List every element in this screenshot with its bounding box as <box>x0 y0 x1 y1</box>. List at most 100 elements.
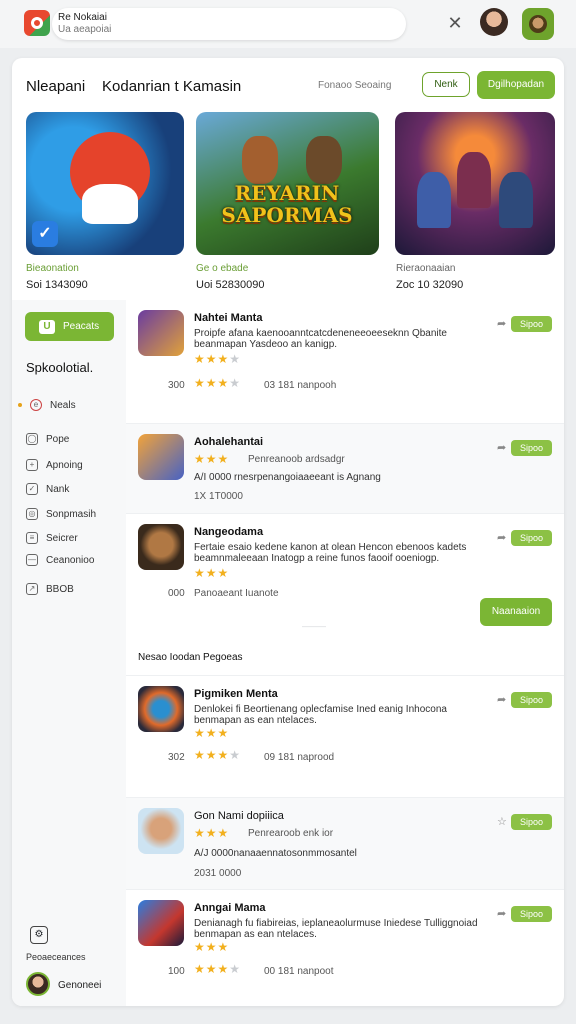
list-item[interactable]: Pigmiken Menta Denlokei fi Beortienang o… <box>126 676 564 798</box>
share-icon[interactable]: ➦ <box>497 693 506 706</box>
game-thumbnail <box>138 808 184 854</box>
header-link[interactable]: Fonaoo Seoaing <box>318 80 391 91</box>
row-meta-info: Panoaeant Iuanote <box>194 588 279 599</box>
action-pill-button[interactable]: Sipoo <box>511 692 552 708</box>
sidebar-item-neals[interactable]: e Neals <box>18 396 76 414</box>
filled-stars: ★★★ <box>194 726 230 740</box>
sidebar-item-label: BBOB <box>46 583 74 595</box>
character-icon <box>242 136 278 184</box>
row-meta-count: 302 <box>168 752 185 763</box>
filled-stars: ★★★ <box>194 962 230 976</box>
share-icon[interactable]: ➦ <box>497 907 506 920</box>
menu-icon: ≡ <box>26 532 38 544</box>
featured-card-2[interactable]: REYARIN SAPORMAS <box>196 112 379 255</box>
row-meta-info: 00 181 nanpoot <box>264 966 334 977</box>
game-name: Aohalehantai <box>194 436 264 448</box>
row-inline-info: Penrearoob enk ior <box>248 828 334 839</box>
filled-stars: ★★★ <box>194 566 230 580</box>
game-description: Fertaie esaio kedene kanon at olean Henc… <box>194 542 467 564</box>
share-icon[interactable]: ➦ <box>497 317 506 330</box>
action-pill-button[interactable]: Sipoo <box>511 530 552 546</box>
action-pill-button[interactable]: Sipoo <box>511 316 552 332</box>
sidebar-item-label: Apnoing <box>46 459 83 471</box>
search-line-2: Ua aeapoiai <box>58 24 112 35</box>
empty-star-icon: ★ <box>229 962 242 976</box>
footer-user-name[interactable]: Genoneei <box>58 980 101 991</box>
rating-stars: ★★★ <box>194 826 229 840</box>
active-dot-icon <box>18 403 22 407</box>
character-icon <box>499 172 533 228</box>
main-panel: Nleapani Kodanrian t Kamasin Fonaoo Seoa… <box>12 58 564 1006</box>
action-pill-button[interactable]: Sipoo <box>511 814 552 830</box>
mascot-body-icon <box>82 184 138 224</box>
sidebar-item-label: Seicrer <box>46 532 78 544</box>
featured-value-2: Uoi 52830090 <box>196 279 265 291</box>
sidebar-item-pope[interactable]: ◯ Pope <box>26 430 69 448</box>
game-description: A/J 0000nanaaennatosonmmosantel <box>194 848 357 859</box>
rating-stars: ★★★★ <box>194 376 241 390</box>
sidebar-item-apnoing[interactable]: + Apnoing <box>26 456 83 474</box>
list-item[interactable]: Gon Nami dopiiica ★★★ Penrearoob enk ior… <box>126 798 564 890</box>
profile-badge-icon[interactable] <box>522 8 554 40</box>
list-item[interactable]: Anngai Mama Denianagh fu fiabireias, iep… <box>126 890 564 1006</box>
row-inline-info: Penreanoob ardsadgr <box>248 454 345 465</box>
tag-icon: U <box>39 319 55 334</box>
filled-stars: ★★★ <box>194 826 230 840</box>
row-meta-info: 03 181 nanpooh <box>264 380 337 391</box>
list-item[interactable]: Aohalehantai ★★★ Penreanoob ardsadgr A/I… <box>126 424 564 514</box>
search-input[interactable]: Re Nokaiai Ua aeapoiai <box>52 8 406 40</box>
outline-button[interactable]: Nenk <box>422 72 470 97</box>
game-banner-text: REYARIN SAPORMAS <box>221 181 353 227</box>
sidebar-item-label: Sonpmasih <box>46 508 97 520</box>
divider-hint: ——— <box>302 622 326 631</box>
share-icon[interactable]: ➦ <box>497 531 506 544</box>
sidebar-button-label: Peacats <box>63 321 100 332</box>
sidebar-item-label: Neals <box>50 399 76 411</box>
rating-stars: ★★★ <box>194 726 229 740</box>
featured-card-1[interactable]: ✓ <box>26 112 184 255</box>
sidebar-primary-button[interactable]: U Peacats <box>25 312 114 341</box>
action-pill-button[interactable]: Sipoo <box>511 906 552 922</box>
filled-stars: ★★★ <box>194 452 230 466</box>
section-action-button[interactable]: Naanaaion <box>480 598 552 626</box>
star-outline-icon[interactable]: ☆ <box>497 815 507 828</box>
game-description: Denlokei fi Beortienang oplecfamise Ined… <box>194 704 447 726</box>
share-icon[interactable]: ➦ <box>497 441 506 454</box>
game-name: Nahtei Manta <box>194 312 263 324</box>
footer-avatar[interactable] <box>26 972 50 996</box>
check-icon: ✓ <box>26 483 38 495</box>
app-logo-icon[interactable] <box>24 10 50 36</box>
game-description: A/I 0000 rnesrpenangoiaaeeant is Agnang <box>194 472 381 483</box>
featured-value-3: Zoc 10 32090 <box>396 279 464 291</box>
sidebar-item-label: Pope <box>46 433 70 445</box>
user-avatar[interactable] <box>480 8 508 36</box>
rating-stars: ★★★★ <box>194 962 241 976</box>
game-description: Proipfe afana kaenooanntcatcdeneneeoeese… <box>194 328 447 350</box>
game-thumbnail <box>138 310 184 356</box>
rating-stars: ★★★★ <box>194 352 241 366</box>
sidebar-item-seicrer[interactable]: ≡ Seicrer <box>26 529 78 547</box>
check-icon: ✓ <box>32 221 58 247</box>
page-title: Nleapani <box>26 78 86 95</box>
preferences-label[interactable]: Peoaeceances <box>26 952 86 962</box>
top-bar: Re Nokaiai Ua aeapoiai ✕ <box>0 0 576 48</box>
filled-stars: ★★★ <box>194 748 230 762</box>
export-icon: ↗ <box>26 583 38 595</box>
featured-card-3[interactable] <box>395 112 555 255</box>
game-name: Anngai Mama <box>194 902 266 914</box>
sidebar-item-ceanonioo[interactable]: — Ceanonioo <box>26 551 94 569</box>
list-item[interactable]: Nangeodama Fertaie esaio kedene kanon at… <box>126 514 564 676</box>
action-pill-button[interactable]: Sipoo <box>511 440 552 456</box>
settings-icon[interactable]: ⚙ <box>30 926 48 944</box>
target-icon: ◎ <box>26 508 38 520</box>
list-item[interactable]: Nahtei Manta Proipfe afana kaenooanntcat… <box>126 300 564 424</box>
sidebar-item-nank[interactable]: ✓ Nank <box>26 480 69 498</box>
featured-value-1: Soi 1343090 <box>26 279 88 291</box>
sidebar-item-bbob[interactable]: ↗ BBOB <box>26 580 74 598</box>
row-meta-info: 09 181 naprood <box>264 752 335 763</box>
primary-button[interactable]: Dgilhopadan <box>477 71 555 99</box>
row-meta-count: 1X 1T0000 <box>194 491 243 502</box>
close-icon[interactable]: ✕ <box>444 12 466 34</box>
sidebar-item-sonpmasih[interactable]: ◎ Sonpmasih <box>26 505 96 523</box>
filled-stars: ★★★ <box>194 940 230 954</box>
